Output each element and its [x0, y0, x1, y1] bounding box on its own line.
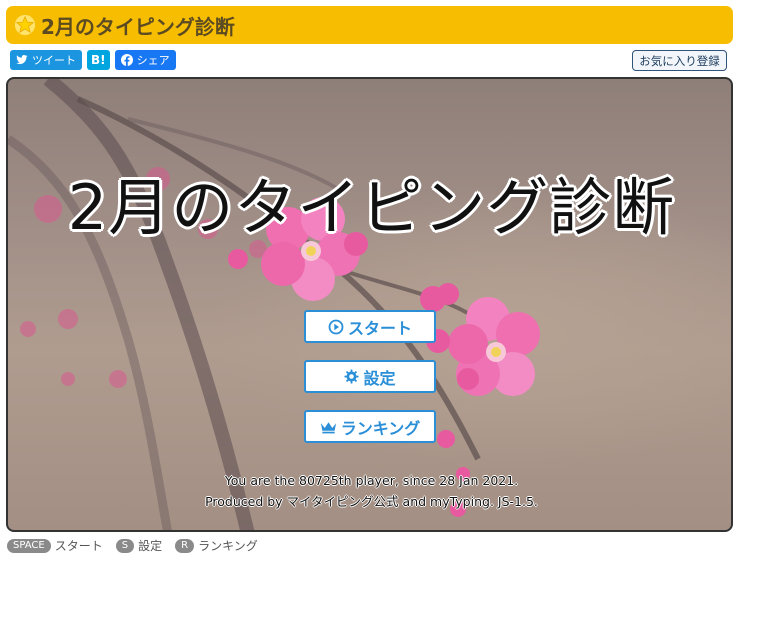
facebook-share-button[interactable]: シェア — [114, 50, 176, 70]
shortcut-key-s: S — [115, 538, 135, 553]
start-button[interactable]: スタート — [304, 310, 436, 343]
shortcut-label-settings: 設定 — [138, 539, 163, 553]
shortcut-label-start: スタート — [54, 539, 103, 553]
game-stage[interactable]: 2月のタイピング診断 スタート 設定 ランキング You are the 807 — [6, 77, 733, 532]
settings-label: 設定 — [363, 368, 396, 388]
hatena-label: B! — [91, 53, 106, 67]
tweet-label: ツイート — [32, 54, 76, 67]
ranking-button[interactable]: ランキング — [304, 410, 436, 443]
play-circle-icon — [328, 319, 344, 334]
crown-icon — [320, 421, 336, 433]
keyboard-shortcuts: SPACE スタート S 設定 R ランキング — [7, 537, 271, 554]
gear-icon — [344, 369, 360, 384]
plum-blossom-background — [8, 79, 540, 530]
shortcut-key-r: R — [175, 538, 195, 553]
hatena-bookmark-button[interactable]: B! — [87, 50, 110, 70]
start-label: スタート — [347, 318, 412, 338]
favorite-button[interactable]: お気に入り登録 — [632, 50, 727, 71]
game-title: 2月のタイピング診断 — [67, 171, 676, 244]
ranking-label: ランキング — [340, 418, 421, 438]
credits-text: Produced by マイタイピング公式 and myTyping. JS-1… — [205, 494, 538, 509]
shortcut-label-ranking: ランキング — [198, 539, 258, 553]
facebook-icon — [120, 54, 133, 66]
share-buttons: ツイート B! シェア — [10, 50, 176, 70]
player-count-text: You are the 80725th player, since 28 Jan… — [224, 473, 519, 488]
settings-button[interactable]: 設定 — [304, 360, 436, 393]
shortcut-key-space: SPACE — [7, 538, 51, 553]
title-bar: 2月のタイピング診断 — [6, 6, 733, 44]
twitter-icon — [16, 55, 28, 65]
favorite-label: お気に入り登録 — [639, 53, 720, 68]
star-icon — [14, 14, 36, 36]
tweet-button[interactable]: ツイート — [10, 50, 82, 70]
facebook-label: シェア — [136, 54, 170, 67]
page-title: 2月のタイピング診断 — [41, 14, 235, 39]
